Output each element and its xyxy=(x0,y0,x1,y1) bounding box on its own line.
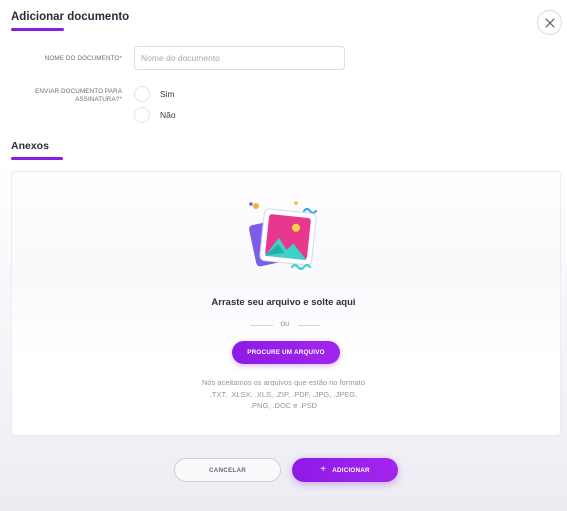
radio-label: Sim xyxy=(160,89,175,99)
add-button[interactable]: + ADICIONAR xyxy=(292,458,398,482)
close-button[interactable] xyxy=(537,10,562,35)
attachments-title: Anexos xyxy=(11,140,49,152)
radio-option-nao[interactable]: Não xyxy=(134,107,176,123)
required-mark: * xyxy=(119,96,122,103)
cancel-button[interactable]: CANCELAR xyxy=(174,458,281,482)
accepted-formats-text: Nós aceitamos os arquivos que estão no f… xyxy=(201,378,365,410)
add-button-label: ADICIONAR xyxy=(332,466,370,474)
image-upload-icon xyxy=(249,201,318,271)
radio-button[interactable] xyxy=(134,86,150,102)
browse-file-button[interactable]: PROCURE UM ARQUIVO xyxy=(232,341,340,364)
modal-title: Adicionar documento xyxy=(11,11,130,23)
or-divider: OU xyxy=(250,320,320,330)
radio-option-sim[interactable]: Sim xyxy=(134,86,175,102)
plus-icon: + xyxy=(320,464,327,475)
signature-label: ENVIAR DOCUMENTO PARA ASSINATURA?* xyxy=(35,88,122,103)
required-mark: * xyxy=(119,55,122,62)
radio-button[interactable] xyxy=(134,107,150,123)
section-underline xyxy=(11,157,63,160)
doc-name-label: NOME DO DOCUMENTO* xyxy=(44,55,122,62)
or-text: OU xyxy=(280,322,290,328)
doc-name-input[interactable] xyxy=(134,46,345,70)
dropzone-title: Arraste seu arquivo e solte aqui xyxy=(211,297,356,308)
title-underline xyxy=(11,28,64,31)
radio-label: Não xyxy=(160,110,176,120)
divider-line xyxy=(297,324,320,326)
close-icon xyxy=(544,17,555,28)
divider-line xyxy=(250,324,273,326)
